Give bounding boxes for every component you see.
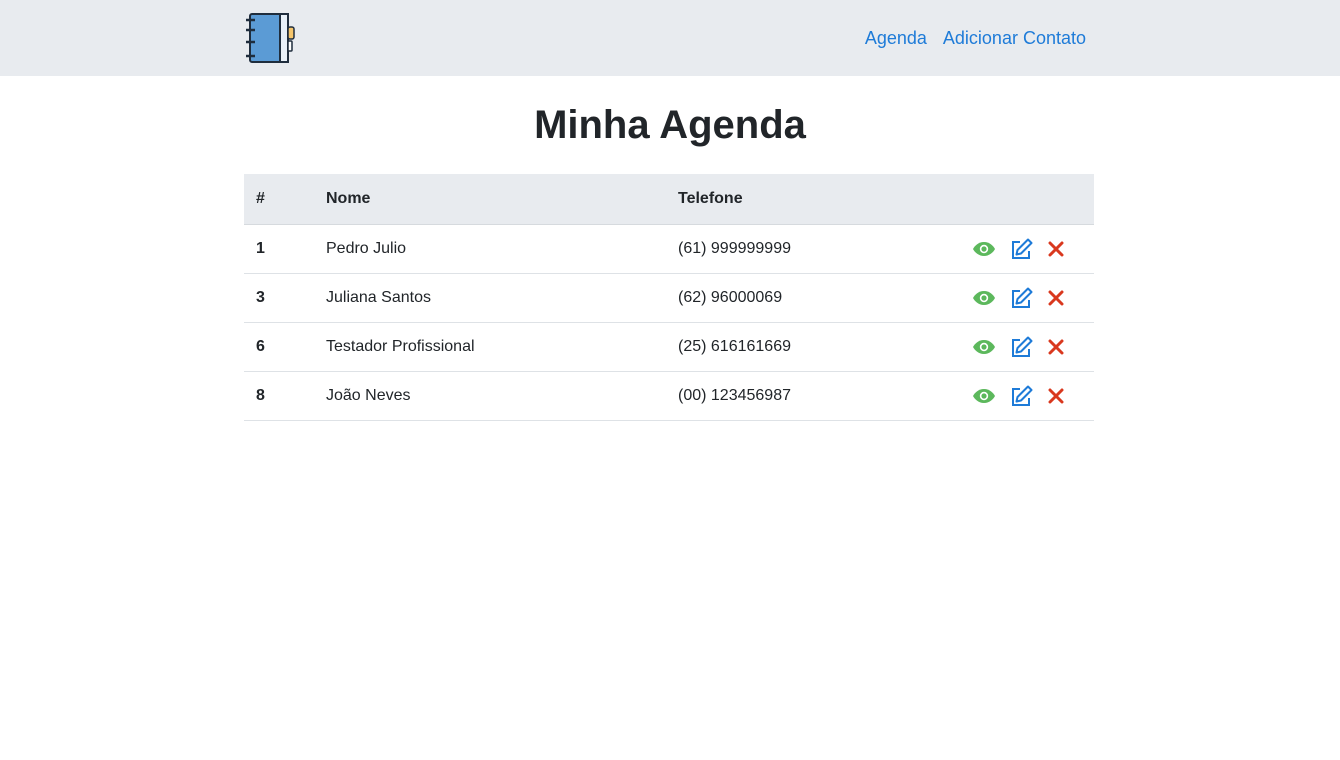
contacts-table: # Nome Telefone 1 Pedro Julio (61) 99999…: [244, 174, 1094, 421]
eye-icon[interactable]: [972, 388, 996, 404]
table-row: 8 João Neves (00) 123456987: [244, 371, 1094, 421]
eye-icon[interactable]: [972, 290, 996, 306]
edit-icon[interactable]: [1010, 287, 1034, 309]
row-phone: (61) 999999999: [678, 224, 960, 274]
close-icon[interactable]: [1048, 388, 1064, 404]
row-id: 8: [244, 371, 326, 421]
header-id: #: [244, 174, 326, 225]
row-name: Juliana Santos: [326, 273, 678, 323]
close-icon[interactable]: [1048, 241, 1064, 257]
row-phone: (00) 123456987: [678, 371, 960, 421]
row-phone: (25) 616161669: [678, 322, 960, 372]
table-row: 1 Pedro Julio (61) 999999999: [244, 224, 1094, 274]
edit-icon[interactable]: [1010, 385, 1034, 407]
eye-icon[interactable]: [972, 339, 996, 355]
edit-icon[interactable]: [1010, 238, 1034, 260]
nav-link-adicionar-contato[interactable]: Adicionar Contato: [943, 28, 1086, 49]
header-phone: Telefone: [678, 174, 960, 225]
nav-links: Agenda Adicionar Contato: [865, 28, 1094, 49]
row-name: Pedro Julio: [326, 224, 678, 274]
table-row: 6 Testador Profissional (25) 616161669: [244, 322, 1094, 372]
row-actions: [960, 371, 1094, 421]
row-id: 3: [244, 273, 326, 323]
nav-link-agenda[interactable]: Agenda: [865, 28, 927, 49]
table-header-row: # Nome Telefone: [244, 174, 1094, 225]
header-name: Nome: [326, 174, 678, 225]
edit-icon[interactable]: [1010, 336, 1034, 358]
close-icon[interactable]: [1048, 290, 1064, 306]
table-header: # Nome Telefone: [244, 174, 1094, 225]
page-title: Minha Agenda: [534, 103, 806, 147]
row-actions: [960, 224, 1094, 274]
row-id: 6: [244, 322, 326, 372]
row-actions: [960, 273, 1094, 323]
row-phone: (62) 96000069: [678, 273, 960, 323]
navbar: Agenda Adicionar Contato: [0, 0, 1340, 76]
contacts-table-container: # Nome Telefone 1 Pedro Julio (61) 99999…: [244, 174, 1094, 421]
row-id: 1: [244, 224, 326, 274]
row-actions: [960, 322, 1094, 372]
address-book-icon[interactable]: [244, 12, 296, 64]
navbar-container: Agenda Adicionar Contato: [244, 0, 1094, 76]
close-icon[interactable]: [1048, 339, 1064, 355]
row-name: Testador Profissional: [326, 322, 678, 372]
row-name: João Neves: [326, 371, 678, 421]
table-body: 1 Pedro Julio (61) 999999999 3 Juliana S…: [244, 224, 1094, 421]
header-actions: [960, 174, 1094, 225]
table-row: 3 Juliana Santos (62) 96000069: [244, 273, 1094, 323]
eye-icon[interactable]: [972, 241, 996, 257]
